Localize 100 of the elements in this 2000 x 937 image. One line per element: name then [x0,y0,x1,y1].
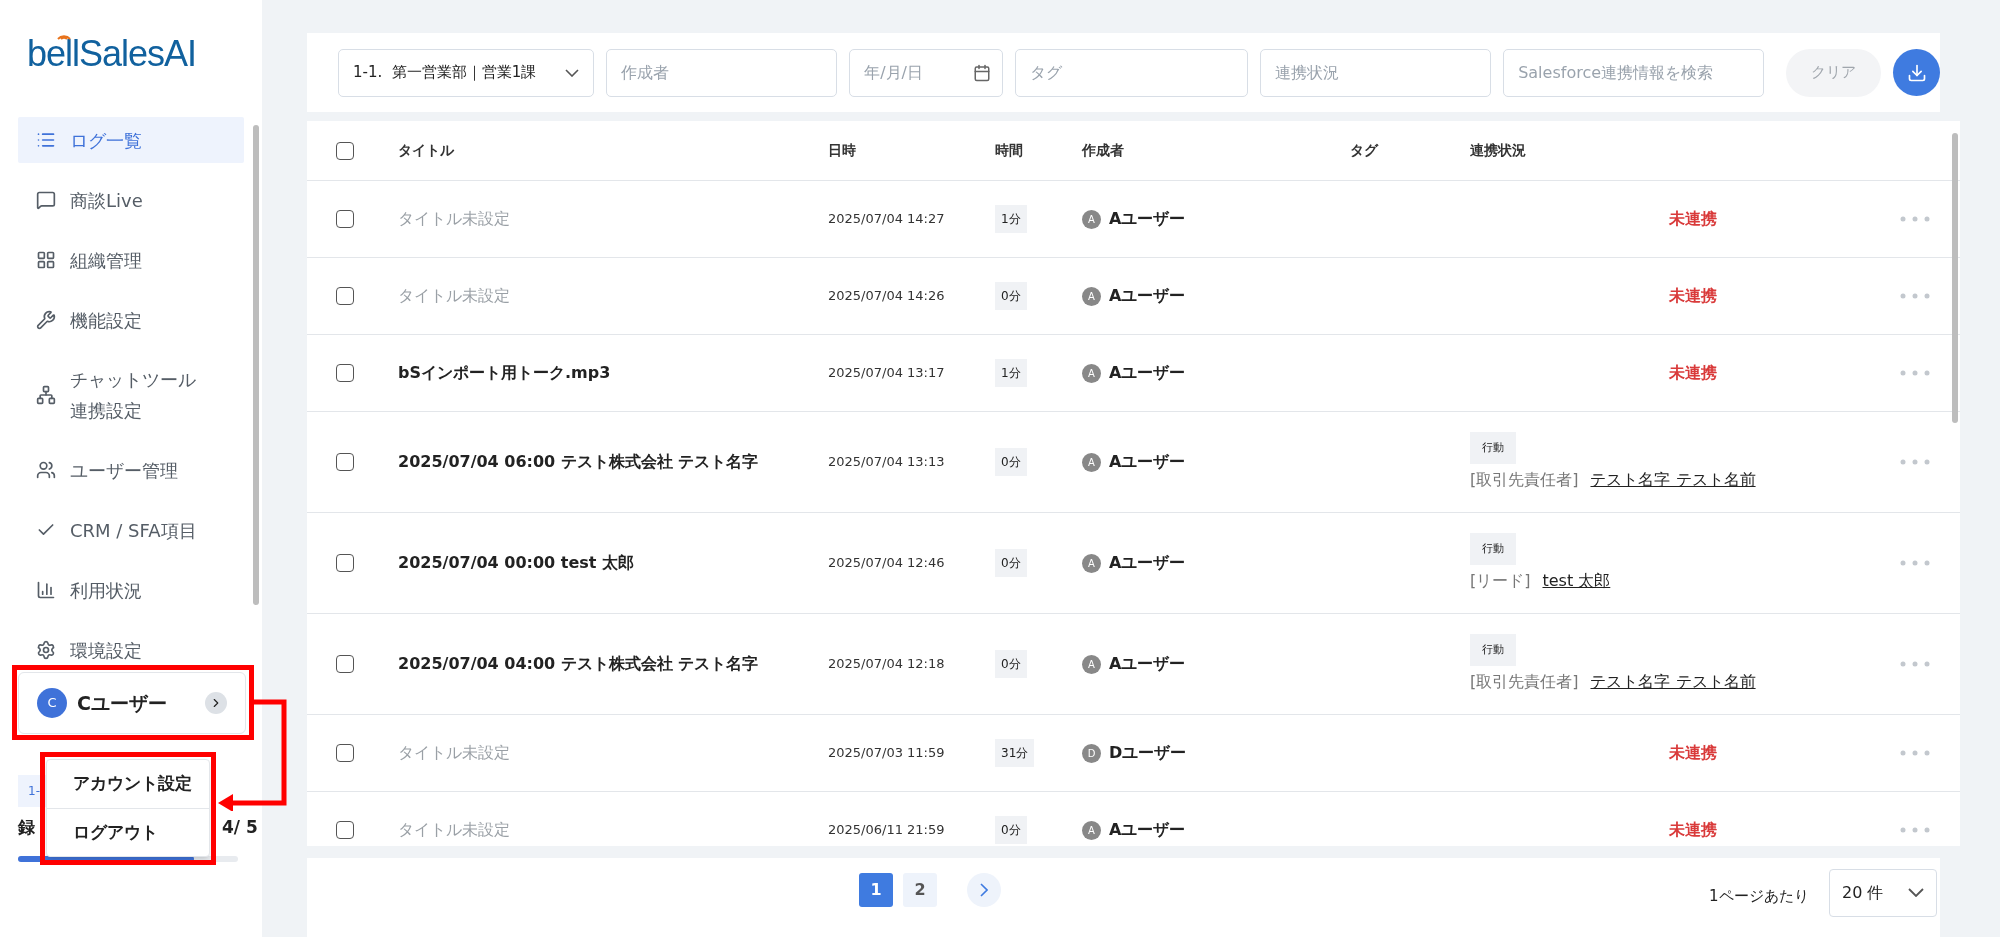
more-icon[interactable] [1900,459,1930,466]
avatar: A [1082,286,1101,306]
author-name: Aユーザー [1109,552,1186,575]
avatar: A [1082,209,1101,229]
duration-badge: 0分 [995,650,1027,679]
chat-bubble-icon [36,190,56,210]
author-name: Aユーザー [1109,819,1186,842]
status-text: 未連携 [1668,285,1717,308]
status-text: 未連携 [1668,208,1717,231]
title-cell[interactable]: 2025/07/04 00:00 test 太郎 [383,551,635,576]
record-type: [取引先責任者] [1470,671,1579,694]
more-icon[interactable] [1900,750,1930,757]
record-type: [取引先責任者] [1470,469,1579,492]
status-field[interactable]: 連携状況 [1260,48,1492,97]
department-select[interactable]: 1-1. 第一営業部｜営業1課 [338,48,595,97]
sidebar-item[interactable]: ログ一覧 [18,117,244,163]
menu-item[interactable]: ログアウト [47,808,209,856]
record-link[interactable]: test 太郎 [1542,569,1611,594]
duration-badge: 31分 [995,739,1035,768]
status-text: 未連携 [1668,819,1717,842]
checkbox[interactable] [336,744,354,763]
list-icon [36,130,56,150]
title-cell[interactable]: bSインポート用トーク.mp3 [383,361,611,386]
chevron-down-icon [1908,888,1924,898]
salesforce-field[interactable]: Salesforce連携情報を検索 [1503,48,1765,97]
more-icon[interactable] [1900,293,1930,300]
duration-badge: 0分 [995,282,1027,311]
avatar: A [1082,654,1101,674]
chevron-down-icon [565,68,580,77]
avatar: A [1082,363,1101,383]
checkbox[interactable] [336,655,354,674]
sidebar-item[interactable]: チャットツール連携設定 [18,360,244,430]
duration-badge: 0分 [995,816,1027,845]
tag-field[interactable]: タグ [1015,48,1249,97]
avatar: C [37,688,67,718]
date-field[interactable]: 年/月/日 [849,48,1004,97]
status-text: 未連携 [1668,742,1717,765]
scrollbar[interactable] [253,125,259,605]
grid-icon [36,250,56,270]
checkbox[interactable] [336,821,354,840]
download-button[interactable] [1893,49,1940,97]
sidebar-item[interactable]: CRM / SFA項目 [18,515,244,545]
tag-badge: 行動 [1470,532,1516,566]
more-icon[interactable] [1900,216,1930,223]
checkbox[interactable] [336,210,354,229]
sidebar-item[interactable]: 商談Live [18,185,244,215]
datetime-cell-text: 2025/07/04 12:18 [827,655,945,674]
more-icon[interactable] [1900,661,1930,668]
usage-label: 録 [18,816,35,839]
network-icon [36,385,56,405]
sidebar-item[interactable]: ユーザー管理 [18,455,244,485]
more-icon[interactable] [1900,827,1930,834]
users-icon [36,460,56,480]
checkbox[interactable] [336,554,354,573]
avatar: A [1082,553,1101,573]
next-page-button[interactable] [967,872,1001,907]
sidebar-item[interactable]: 機能設定 [18,305,244,335]
scrollbar[interactable] [1952,133,1958,424]
wrench-icon [36,310,56,330]
tag-badge: 行動 [1470,431,1516,465]
title-cell[interactable]: 2025/07/04 06:00 テスト株式会社 テスト名字 [383,450,759,475]
column-header: タグ [1349,141,1378,161]
per-page-label: 1ページあたり [1709,885,1809,907]
column-header: 日時 [827,141,856,161]
per-page-select[interactable]: 20 件 [1829,868,1937,917]
sidebar-item[interactable]: 環境設定 [18,635,244,665]
column-header: 時間 [994,141,1023,161]
chevron-right-icon [980,882,988,897]
settings-icon [36,640,56,660]
checkbox[interactable] [336,141,354,160]
title-cell[interactable]: 2025/07/04 04:00 テスト株式会社 テスト名字 [383,652,759,677]
datetime-cell-text: 2025/07/04 14:27 [827,210,945,229]
user-card[interactable]: C Cユーザー [18,672,246,734]
avatar: A [1082,452,1101,472]
sidebar-item[interactable]: 組織管理 [18,245,244,275]
record-link[interactable]: テスト名字 テスト名前 [1590,670,1756,695]
duration-badge: 0分 [995,448,1027,477]
duration-badge: 0分 [995,549,1027,578]
author-field[interactable]: 作成者 [606,48,838,97]
column-header: タイトル [397,141,454,161]
datetime-cell-text: 2025/07/04 13:13 [827,453,945,472]
sidebar-item[interactable]: 利用状況 [18,575,244,605]
tag-badge: 行動 [1470,633,1516,667]
more-icon[interactable] [1900,560,1930,567]
download-icon [1906,62,1927,83]
more-icon[interactable] [1900,370,1930,377]
page-button[interactable]: 2 [903,872,937,907]
author-name: Dユーザー [1109,742,1187,765]
checkbox[interactable] [336,453,354,472]
chevron-icon [205,692,227,714]
author-name: Aユーザー [1109,653,1186,676]
checkbox[interactable] [336,287,354,306]
usage-count: 4/ 5 [222,816,258,839]
author-name: Aユーザー [1109,285,1186,308]
checkbox[interactable] [336,364,354,383]
calendar-icon [973,63,992,82]
duration-badge: 1分 [995,359,1027,388]
author-name: Aユーザー [1109,451,1186,474]
record-link[interactable]: テスト名字 テスト名前 [1590,468,1756,493]
page-button[interactable]: 1 [859,872,893,907]
